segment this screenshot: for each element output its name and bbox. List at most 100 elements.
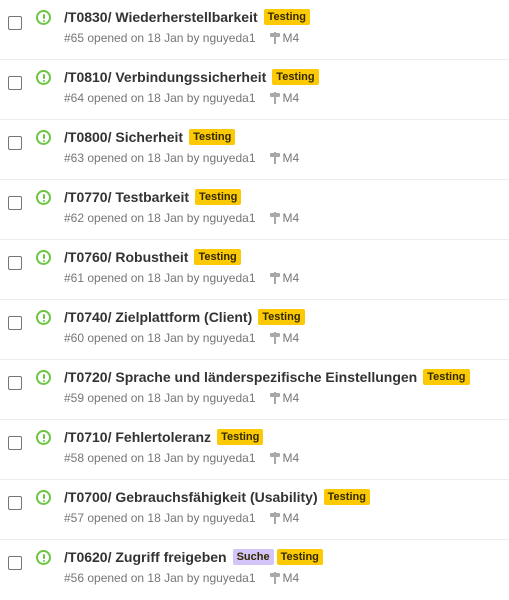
milestone-icon (269, 452, 280, 464)
milestone-label: M4 (282, 451, 300, 465)
milestone-link[interactable]: M4 (269, 331, 300, 345)
milestone-link[interactable]: M4 (269, 31, 300, 45)
issue-row[interactable]: /T0620/ Zugriff freigeben Suche Testing #56… (0, 539, 509, 599)
issue-title-link[interactable]: /T0710/ Fehlertoleranz (64, 429, 211, 445)
milestone-icon (269, 392, 280, 404)
issue-select-checkbox[interactable] (8, 136, 22, 150)
issue-meta: #57 opened on 18 Jan by nguyeda1 M4 (64, 511, 299, 525)
issue-open-icon (36, 130, 51, 145)
milestone-link[interactable]: M4 (269, 391, 300, 405)
issue-title-link[interactable]: /T0620/ Zugriff freigeben (64, 549, 227, 565)
label-badge[interactable]: Testing (323, 489, 370, 505)
milestone-label: M4 (282, 571, 300, 585)
milestone-icon (269, 572, 280, 584)
issue-title-link[interactable]: /T0770/ Testbarkeit (64, 189, 189, 205)
issue-open-icon (36, 490, 51, 505)
issue-meta: #63 opened on 18 Jan by nguyeda1 M4 (64, 151, 299, 165)
issue-row[interactable]: /T0710/ Fehlertoleranz Testing #58 opened … (0, 419, 509, 479)
issue-open-icon (36, 310, 51, 325)
issue-open-icon (36, 190, 51, 205)
issue-meta: #65 opened on 18 Jan by nguyeda1 M4 (64, 31, 299, 45)
milestone-icon (269, 32, 280, 44)
label-badge[interactable]: Suche (232, 549, 274, 565)
issue-title-line: /T0800/ Sicherheit Testing (64, 129, 236, 145)
issue-open-icon (36, 430, 51, 445)
issue-meta: #64 opened on 18 Jan by nguyeda1 M4 (64, 91, 299, 105)
issue-title-link[interactable]: /T0830/ Wiederherstellbarkeit (64, 9, 258, 25)
label-badge[interactable]: Testing (276, 549, 323, 565)
label-badge[interactable]: Testing (217, 429, 264, 445)
milestone-label: M4 (282, 331, 300, 345)
issue-title-line: /T0810/ Verbindungssicherheit Testing (64, 69, 319, 85)
issue-select-checkbox[interactable] (8, 316, 22, 330)
milestone-icon (269, 512, 280, 524)
issue-meta-text: #62 opened on 18 Jan by nguyeda1 (64, 211, 256, 225)
milestone-link[interactable]: M4 (269, 151, 300, 165)
issue-open-icon (36, 370, 51, 385)
milestone-icon (269, 92, 280, 104)
label-badge[interactable]: Testing (195, 189, 242, 205)
issue-meta-text: #56 opened on 18 Jan by nguyeda1 (64, 571, 256, 585)
milestone-icon (269, 152, 280, 164)
milestone-label: M4 (282, 211, 300, 225)
issue-title-line: /T0770/ Testbarkeit Testing (64, 189, 242, 205)
issue-open-icon (36, 10, 51, 25)
label-badge[interactable]: Testing (272, 69, 319, 85)
issue-select-checkbox[interactable] (8, 76, 22, 90)
issue-meta: #61 opened on 18 Jan by nguyeda1 M4 (64, 271, 299, 285)
issue-title-line: /T0760/ Robustheit Testing (64, 249, 241, 265)
milestone-label: M4 (282, 271, 300, 285)
issue-select-checkbox[interactable] (8, 16, 22, 30)
issue-meta-text: #57 opened on 18 Jan by nguyeda1 (64, 511, 256, 525)
issue-meta-text: #58 opened on 18 Jan by nguyeda1 (64, 451, 256, 465)
issue-title-line: /T0740/ Zielplattform (Client) Testing (64, 309, 305, 325)
milestone-label: M4 (282, 151, 300, 165)
issue-title-link[interactable]: /T0740/ Zielplattform (Client) (64, 309, 252, 325)
issue-row[interactable]: /T0810/ Verbindungssicherheit Testing #64 … (0, 59, 509, 119)
issue-row[interactable]: /T0720/ Sprache und länderspezifische Ei… (0, 359, 509, 419)
milestone-link[interactable]: M4 (269, 451, 300, 465)
milestone-label: M4 (282, 91, 300, 105)
label-badge[interactable]: Testing (189, 129, 236, 145)
issue-row[interactable]: /T0770/ Testbarkeit Testing #62 opened on … (0, 179, 509, 239)
issue-row[interactable]: /T0740/ Zielplattform (Client) Testing #60… (0, 299, 509, 359)
milestone-link[interactable]: M4 (269, 571, 300, 585)
milestone-link[interactable]: M4 (269, 211, 300, 225)
issue-title-link[interactable]: /T0700/ Gebrauchsfähigkeit (Usability) (64, 489, 318, 505)
issue-title-link[interactable]: /T0800/ Sicherheit (64, 129, 183, 145)
milestone-link[interactable]: M4 (269, 511, 300, 525)
issue-list: /T0830/ Wiederherstellbarkeit Testing #65 … (0, 0, 509, 599)
issue-meta-text: #61 opened on 18 Jan by nguyeda1 (64, 271, 256, 285)
label-badge[interactable]: Testing (194, 249, 241, 265)
issue-row[interactable]: /T0830/ Wiederherstellbarkeit Testing #65 … (0, 0, 509, 59)
label-badge[interactable]: Testing (258, 309, 305, 325)
milestone-label: M4 (282, 511, 300, 525)
issue-meta-text: #64 opened on 18 Jan by nguyeda1 (64, 91, 256, 105)
milestone-label: M4 (282, 31, 300, 45)
issue-meta: #58 opened on 18 Jan by nguyeda1 M4 (64, 451, 299, 465)
issue-select-checkbox[interactable] (8, 496, 22, 510)
milestone-label: M4 (282, 391, 300, 405)
issue-open-icon (36, 250, 51, 265)
issue-title-link[interactable]: /T0720/ Sprache und länderspezifische Ei… (64, 369, 417, 385)
issue-meta: #56 opened on 18 Jan by nguyeda1 M4 (64, 571, 299, 585)
issue-row[interactable]: /T0760/ Robustheit Testing #61 opened on 1… (0, 239, 509, 299)
issue-select-checkbox[interactable] (8, 436, 22, 450)
issue-meta: #59 opened on 18 Jan by nguyeda1 M4 (64, 391, 299, 405)
milestone-link[interactable]: M4 (269, 271, 300, 285)
issue-select-checkbox[interactable] (8, 196, 22, 210)
issue-title-line: /T0710/ Fehlertoleranz Testing (64, 429, 264, 445)
issue-row[interactable]: /T0800/ Sicherheit Testing #63 opened on 1… (0, 119, 509, 179)
issue-title-link[interactable]: /T0810/ Verbindungssicherheit (64, 69, 266, 85)
issue-select-checkbox[interactable] (8, 556, 22, 570)
issue-open-icon (36, 550, 51, 565)
label-badge[interactable]: Testing (263, 9, 310, 25)
issue-select-checkbox[interactable] (8, 256, 22, 270)
issue-title-line: /T0700/ Gebrauchsfähigkeit (Usability) Te… (64, 489, 370, 505)
issue-select-checkbox[interactable] (8, 376, 22, 390)
issue-meta: #60 opened on 18 Jan by nguyeda1 M4 (64, 331, 299, 345)
issue-title-link[interactable]: /T0760/ Robustheit (64, 249, 188, 265)
label-badge[interactable]: Testing (423, 369, 470, 385)
issue-row[interactable]: /T0700/ Gebrauchsfähigkeit (Usability) Te… (0, 479, 509, 539)
milestone-link[interactable]: M4 (269, 91, 300, 105)
